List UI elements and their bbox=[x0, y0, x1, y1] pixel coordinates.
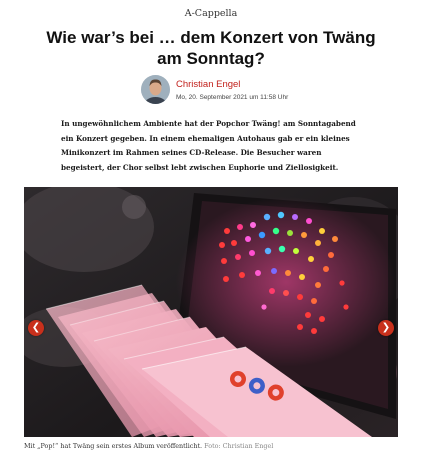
article-lead: In ungewöhnlichem Ambiente hat der Popch… bbox=[61, 119, 356, 172]
caption-text: Mit „Pop!“ hat Twäng sein erstes Album v… bbox=[24, 442, 203, 450]
gallery-photo bbox=[24, 187, 398, 437]
gallery-prev-button[interactable]: ❮ bbox=[28, 320, 44, 336]
photo-credit: Foto: Christian Engel bbox=[204, 442, 274, 450]
publish-date: Mo, 20. September 2021 um 11:58 Uhr bbox=[176, 94, 289, 101]
article-kicker: A-Cappella bbox=[184, 8, 238, 19]
chevron-right-icon: ❯ bbox=[381, 322, 391, 333]
image-gallery[interactable] bbox=[24, 187, 398, 437]
article-headline: Wie war’s bei … dem Konzert von Twäng am… bbox=[46, 28, 376, 68]
author-avatar[interactable] bbox=[141, 75, 170, 104]
author-photo bbox=[141, 75, 170, 104]
image-caption: Mit „Pop!“ hat Twäng sein erstes Album v… bbox=[24, 442, 404, 450]
gallery-next-button[interactable]: ❯ bbox=[378, 320, 394, 336]
chevron-left-icon: ❮ bbox=[31, 322, 41, 333]
author-name[interactable]: Christian Engel bbox=[176, 79, 240, 90]
